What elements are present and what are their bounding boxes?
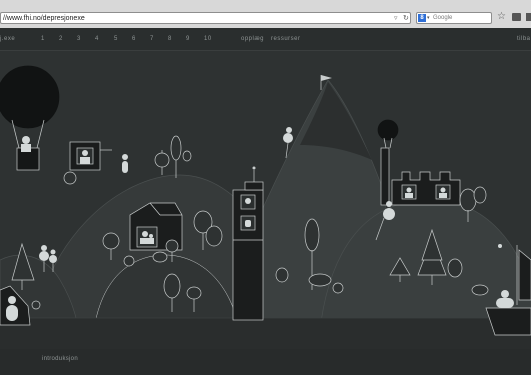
nav-chapter-7[interactable]: 7 [150, 28, 154, 50]
search-engine-icon[interactable]: 8 [418, 14, 426, 22]
ground [0, 318, 531, 350]
nav-chapter-9[interactable]: 9 [186, 28, 190, 50]
nav-chapter-3[interactable]: 3 [77, 28, 81, 50]
nav-chapter-10[interactable]: 10 [204, 28, 212, 50]
site-navbar: j.exe 1 2 3 4 5 6 7 8 9 10 opplæg ressur… [0, 28, 531, 51]
search-bar[interactable]: 8 ▾ Google [416, 12, 492, 24]
nav-home-link[interactable]: j.exe [0, 28, 15, 50]
reload-icon[interactable]: ↻ [403, 13, 409, 24]
nav-chapter-2[interactable]: 2 [59, 28, 63, 50]
nav-oppleg-link[interactable]: opplæg [241, 28, 264, 50]
site-footer: introduksjon [0, 349, 531, 375]
nav-chapter-1[interactable]: 1 [41, 28, 45, 50]
factory-building [380, 147, 461, 206]
illustrated-landscape [0, 65, 531, 350]
address-url: //www.fhi.no/depresjonexe [3, 15, 85, 22]
search-placeholder: Google [433, 15, 453, 21]
flag-icon [321, 75, 332, 81]
tower-building [232, 166, 264, 321]
extension-icon[interactable] [512, 13, 521, 21]
intro-link[interactable]: introduksjon [42, 356, 78, 362]
nav-chapter-4[interactable]: 4 [95, 28, 99, 50]
browser-chrome: //www.fhi.no/depresjonexe ▿ ↻ 8 ▾ Google… [0, 0, 531, 29]
nav-chapter-5[interactable]: 5 [114, 28, 118, 50]
nav-chapter-8[interactable]: 8 [168, 28, 172, 50]
url-dropdown-icon[interactable]: ▿ [394, 13, 398, 24]
address-bar[interactable]: //www.fhi.no/depresjonexe ▿ ↻ [0, 12, 411, 24]
person-figure [122, 154, 128, 173]
nav-ressurser-link[interactable]: ressurser [271, 28, 301, 50]
nav-chapter-6[interactable]: 6 [132, 28, 136, 50]
bookmark-star-icon[interactable]: ☆ [497, 11, 506, 22]
house-window-left [69, 141, 112, 171]
hot-air-balloon-icon [0, 65, 60, 171]
nav-back-link[interactable]: tilba [517, 28, 531, 50]
small-balloon [377, 119, 399, 149]
chevron-down-icon[interactable]: ▾ [427, 13, 430, 23]
menu-icon[interactable] [526, 13, 531, 21]
